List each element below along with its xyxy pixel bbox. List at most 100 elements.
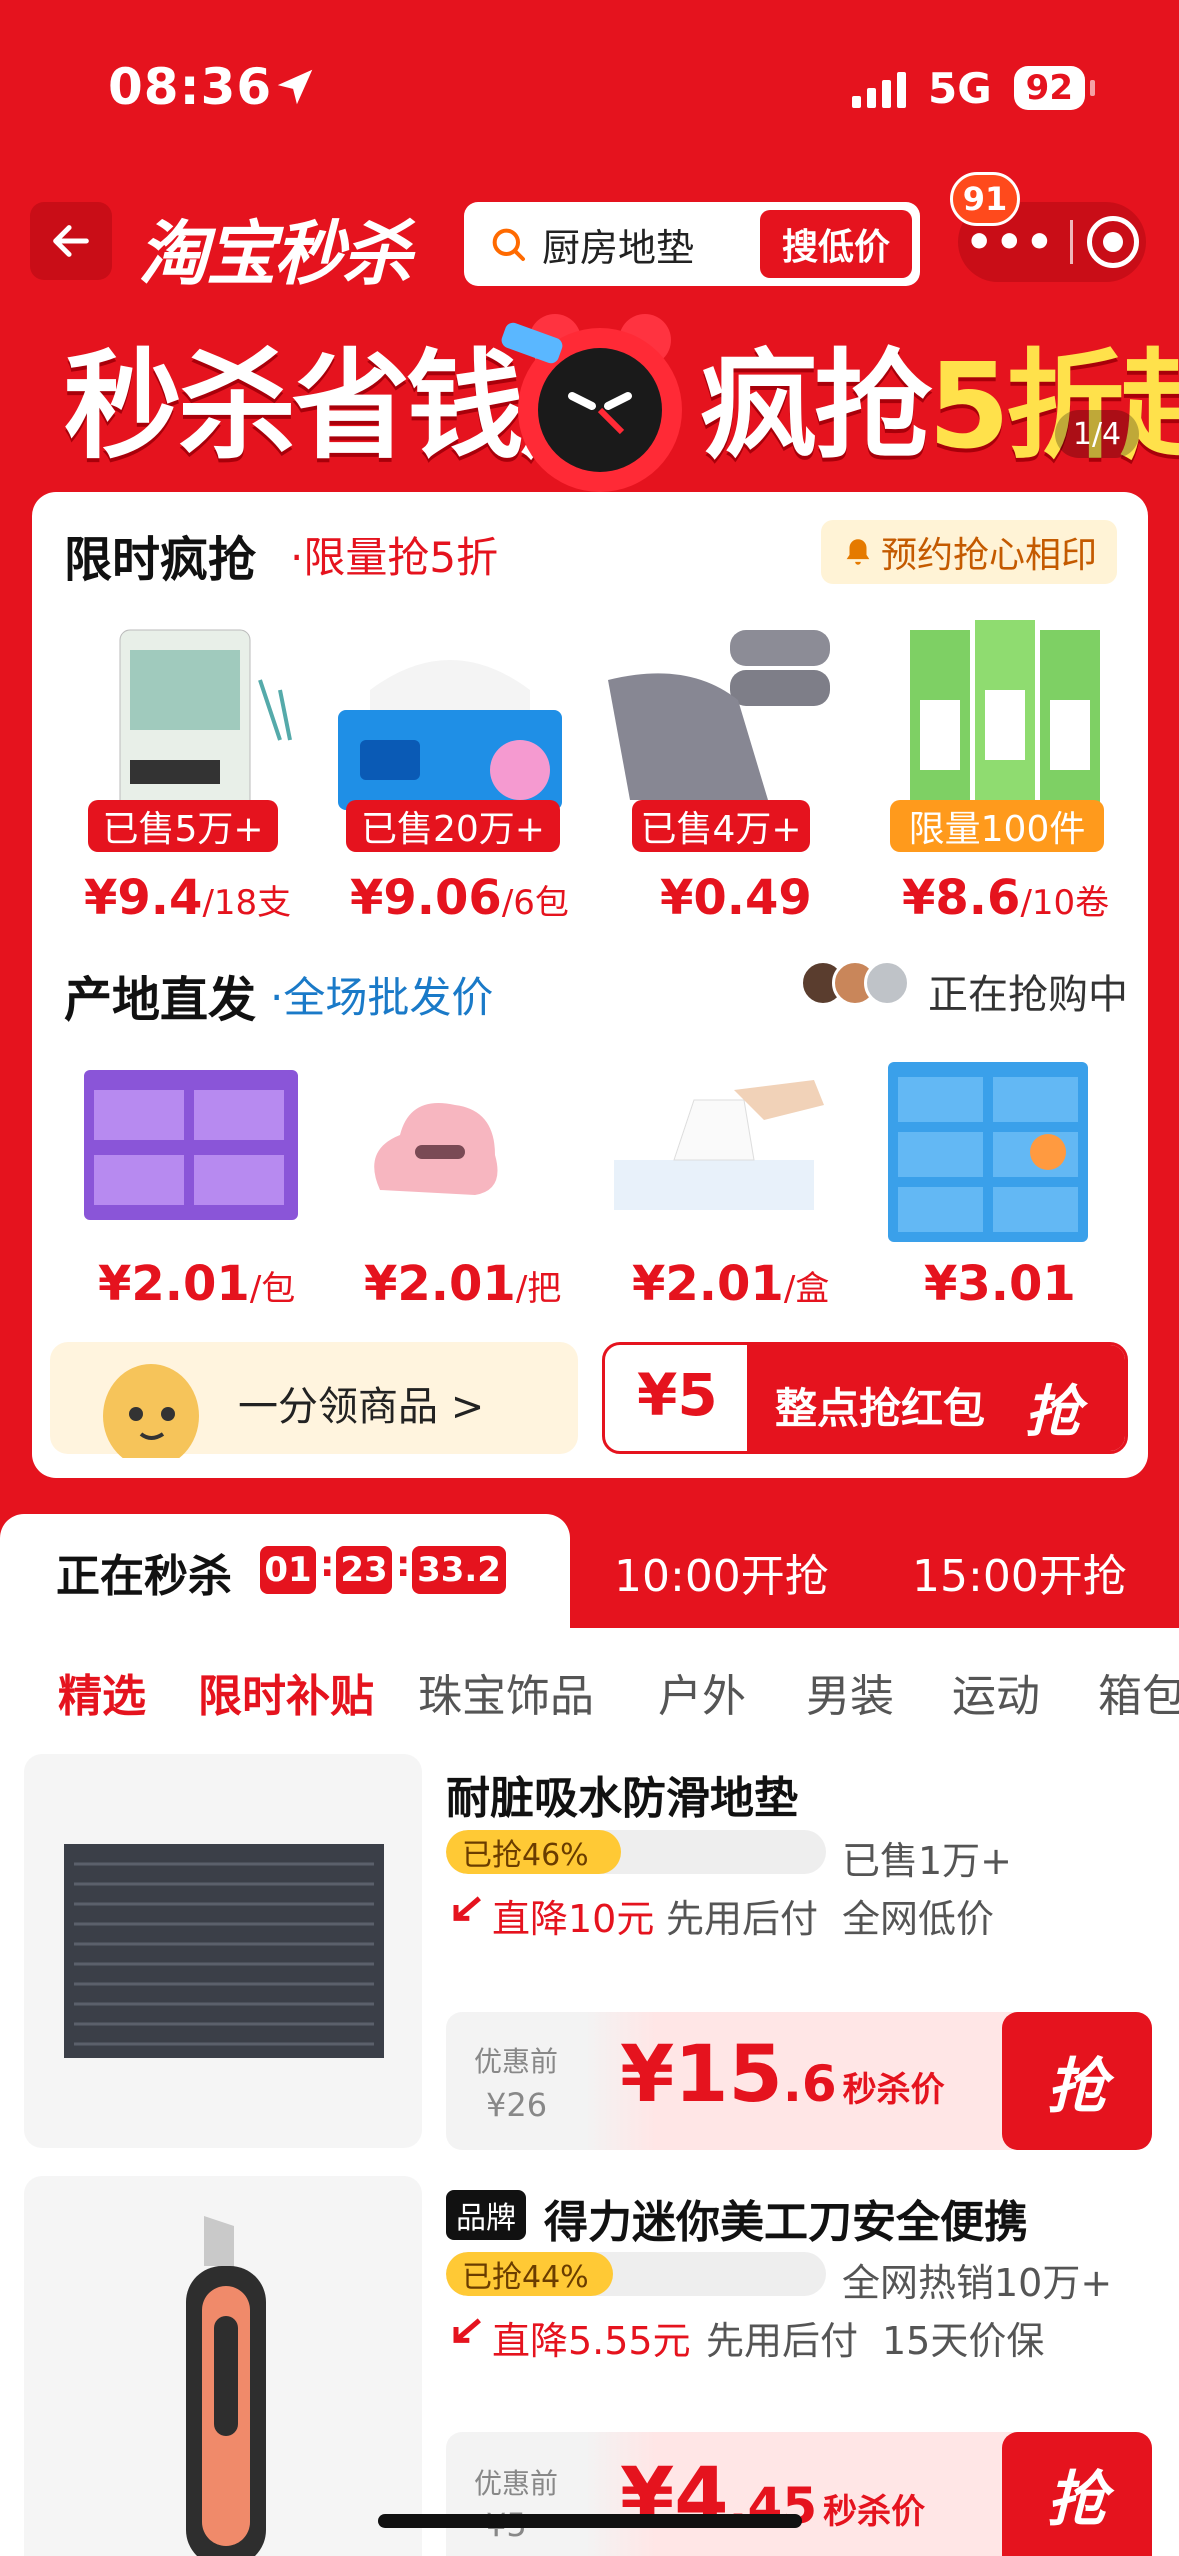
paper-towel-pack-image[interactable] — [84, 1060, 298, 1230]
flash-price: ¥0.49 — [660, 870, 812, 926]
divider — [1069, 220, 1073, 264]
cloud-cutter-image[interactable] — [360, 1090, 500, 1210]
price-int: ¥15 — [620, 2030, 783, 2120]
tissue-stack-image[interactable] — [888, 1062, 1088, 1242]
search-button[interactable]: 搜低价 — [759, 210, 912, 278]
timer-minutes: 23 — [336, 1546, 392, 1594]
lowest-price-tag: 全网低价 — [842, 1897, 995, 1941]
red-packet-label: 整点抢红包 — [775, 1384, 986, 1433]
flash-section-subtitle: ·限量抢5折 — [290, 533, 499, 582]
price-unit: /18支 — [202, 883, 292, 923]
session-active-label: 正在秒杀 — [56, 1551, 232, 1602]
origin-section-subtitle: ·全场批发价 — [270, 973, 494, 1022]
category-tab-featured[interactable]: 精选 — [58, 1660, 146, 1724]
doormat-product-image[interactable] — [24, 1754, 422, 2148]
face-towel-box-image[interactable] — [614, 1070, 834, 1220]
brand-tag: 品牌 — [446, 2190, 526, 2240]
notification-badge: 91 — [950, 172, 1020, 226]
flash-price: ¥9.4/18支 — [84, 870, 291, 926]
taobao-seckill-logo: 淘宝秒杀 — [138, 213, 412, 295]
bell-icon — [846, 539, 870, 565]
price-drop-label: 直降10元 — [492, 1897, 655, 1941]
price-protect-tag: 15天价保 — [882, 2319, 1045, 2363]
category-tab-jewelry[interactable]: 珠宝饰品 — [418, 1660, 594, 1724]
price-value: ¥2.01 — [364, 1256, 516, 1312]
flash-section-title: 限时疯抢 — [64, 532, 257, 588]
sold-count: 已售1万+ — [842, 1839, 1013, 1883]
product-title[interactable]: 得力迷你美工刀安全便携 — [544, 2186, 1028, 2250]
sold-count: 全网热销10万+ — [842, 2261, 1113, 2305]
banner-title-right-a: 疯抢 — [700, 337, 932, 475]
grab-progress-fill: 已抢46% — [446, 1830, 621, 1874]
limited-tag: 限量100件 — [890, 800, 1104, 852]
banner-page-indicator: 1/4 — [1055, 410, 1139, 458]
price-value: ¥2.01 — [632, 1256, 784, 1312]
pay-later-tag: 先用后付 — [666, 1897, 819, 1941]
penny-product-label: 一分领商品 > — [238, 1384, 485, 1430]
price-value: ¥0.49 — [660, 870, 812, 926]
towel-product-image[interactable] — [600, 620, 840, 820]
seckill-price: ¥4.45 秒杀价 — [620, 2452, 925, 2542]
sold-tag: 已售5万+ — [88, 800, 278, 852]
search-input[interactable]: 厨房地垫 — [542, 217, 760, 272]
session-tab-15[interactable]: 15:00开抢 — [912, 1540, 1127, 1604]
banner-title-right-b: 5折起 — [928, 337, 1179, 475]
grab-progress-bar: 已抢44% — [446, 2252, 826, 2296]
back-button[interactable] — [30, 202, 112, 280]
price-label: 秒杀价 — [823, 2492, 926, 2532]
session-tab-10[interactable]: 10:00开抢 — [614, 1540, 829, 1604]
sold-tag: 已售4万+ — [632, 800, 810, 852]
signal-icon — [851, 68, 906, 108]
red-packet-amount: ¥5 — [637, 1361, 718, 1429]
origin-price: ¥3.01 — [924, 1256, 1076, 1312]
price-drop-label: 直降5.55元 — [492, 2319, 691, 2363]
toilet-paper-image[interactable] — [900, 610, 1110, 820]
seckill-price: ¥15.6 秒杀价 — [620, 2030, 945, 2120]
original-price: ¥26 — [486, 2086, 548, 2124]
origin-price: ¥2.01/把 — [364, 1256, 561, 1312]
category-tab-subsidy[interactable]: 限时补贴 — [198, 1660, 374, 1724]
price-unit: /把 — [515, 1269, 562, 1309]
timer-colon: : — [396, 1544, 411, 1585]
utility-knife-image[interactable] — [24, 2176, 422, 2556]
price-value: ¥9.06 — [350, 870, 502, 926]
price-int: ¥4 — [620, 2452, 729, 2542]
search-icon — [492, 228, 525, 261]
product-title[interactable]: 耐脏吸水防滑地垫 — [446, 1762, 798, 1826]
grabbing-status: 正在抢购中 — [928, 972, 1128, 1018]
sold-tag: 已售20万+ — [346, 800, 560, 852]
price-unit: /包 — [249, 1269, 296, 1309]
original-price-label: 优惠前 — [474, 2045, 559, 2078]
location-arrow-icon — [272, 64, 318, 110]
timer-hours: 01 — [260, 1546, 316, 1594]
price-unit: /10卷 — [1020, 883, 1110, 923]
back-arrow-icon — [53, 225, 89, 257]
grab-progress-fill: 已抢44% — [446, 2252, 614, 2296]
search-bar[interactable]: 厨房地垫 搜低价 — [464, 202, 920, 286]
red-packet-button[interactable]: ¥5 整点抢红包 抢 — [602, 1342, 1128, 1454]
grab-progress-bar: 已抢46% — [446, 1830, 826, 1874]
status-time: 08:36 — [108, 58, 273, 116]
price-drop-icon — [446, 1890, 486, 1930]
flosser-product-image[interactable] — [110, 620, 300, 820]
price-unit: /6包 — [501, 883, 569, 923]
category-tab-sports[interactable]: 运动 — [952, 1660, 1040, 1724]
close-target-icon[interactable] — [1086, 216, 1139, 268]
tissue-box-image[interactable] — [330, 620, 570, 820]
egg-mascot-icon — [86, 1346, 216, 1468]
price-label: 秒杀价 — [842, 2070, 945, 2110]
timer-colon: : — [320, 1544, 335, 1585]
home-indicator[interactable] — [378, 2514, 802, 2528]
category-tab-menswear[interactable]: 男装 — [806, 1660, 894, 1724]
grab-button[interactable]: 抢 — [1002, 2432, 1152, 2556]
battery-icon: 92 — [1013, 66, 1096, 110]
remind-button[interactable]: 预约抢心相印 — [820, 520, 1117, 584]
category-tab-bags[interactable]: 箱包 — [1098, 1660, 1179, 1724]
price-value: ¥9.4 — [84, 870, 203, 926]
grab-button[interactable]: 抢 — [1002, 2012, 1152, 2150]
network-label: 5G — [927, 63, 992, 113]
price-value: ¥8.6 — [902, 870, 1021, 926]
price-value: ¥2.01 — [98, 1256, 250, 1312]
category-tab-outdoor[interactable]: 户外 — [658, 1660, 746, 1724]
timer-seconds: 33.2 — [412, 1546, 506, 1594]
